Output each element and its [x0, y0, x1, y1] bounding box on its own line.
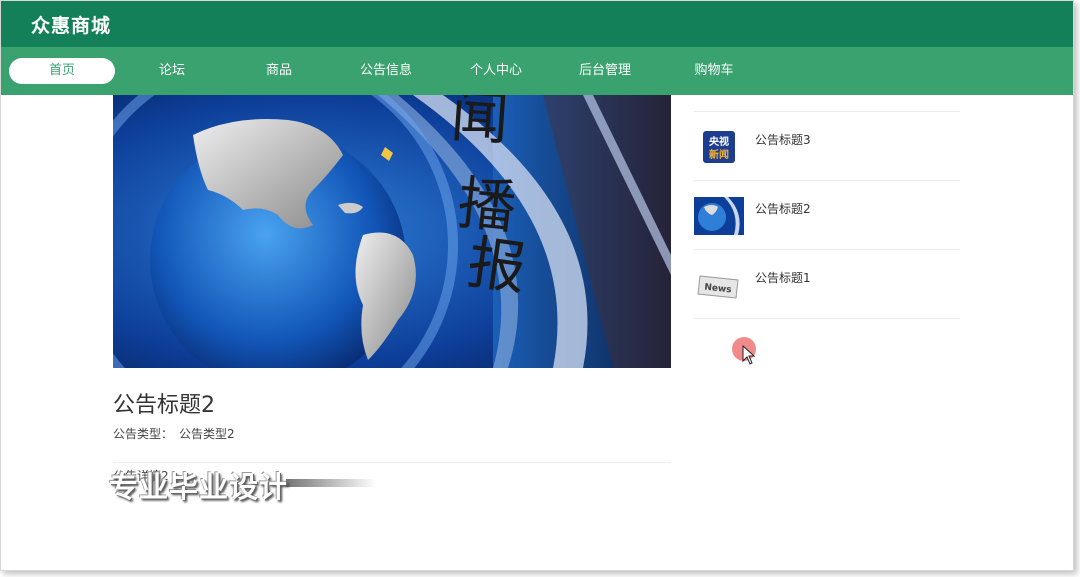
article-divider — [113, 462, 671, 463]
article-type-value: 公告类型2 — [179, 427, 235, 441]
main-nav: 首页 论坛 商品 公告信息 个人中心 后台管理 购物车 — [1, 47, 1073, 95]
nav-products[interactable]: 商品 — [246, 58, 312, 84]
nav-cart[interactable]: 购物车 — [681, 58, 747, 84]
sidebar-item-announcement-1[interactable]: News 公告标题1 — [694, 250, 960, 318]
svg-text:报: 报 — [464, 228, 531, 303]
nav-forum[interactable]: 论坛 — [139, 58, 205, 84]
mouse-pointer-icon — [742, 345, 756, 365]
announcement-sidebar: 央视 新闻 公告标题3 公告标题2 News 公告标题1 — [694, 111, 960, 319]
article-type: 公告类型： 公告类型2 — [113, 425, 241, 442]
sidebar-item-title[interactable]: 公告标题2 — [755, 200, 811, 217]
cctv-logo-bottom-text: 新闻 — [709, 148, 729, 161]
nav-admin[interactable]: 后台管理 — [565, 58, 645, 84]
globe-news-thumbnail — [694, 197, 744, 235]
sidebar-item-title[interactable]: 公告标题1 — [755, 269, 811, 286]
cctv-logo-top-text: 央视 — [709, 135, 729, 148]
sidebar-item-announcement-3[interactable]: 央视 新闻 公告标题3 — [694, 112, 960, 180]
top-header: 众惠商城 — [1, 1, 1073, 47]
newspaper-thumbnail: News — [694, 266, 744, 304]
browser-frame: 众惠商城 首页 论坛 商品 公告信息 个人中心 后台管理 购物车 播 报 闻 公… — [0, 0, 1074, 571]
announcement-image: 播 报 闻 — [113, 95, 671, 368]
site-logo-text[interactable]: 众惠商城 — [31, 11, 111, 38]
article-type-label: 公告类型： — [113, 427, 174, 441]
watermark-streak — [286, 479, 376, 487]
svg-text:闻: 闻 — [449, 95, 512, 153]
cctv-news-thumbnail: 央视 新闻 — [694, 128, 744, 166]
sidebar-item-announcement-2[interactable]: 公告标题2 — [694, 181, 960, 249]
nav-home[interactable]: 首页 — [9, 58, 115, 84]
article-title: 公告标题2 — [113, 393, 215, 418]
nav-announcements[interactable]: 公告信息 — [346, 58, 426, 84]
sidebar-divider — [694, 318, 960, 319]
watermark-text: 专业毕业设计 — [109, 470, 290, 504]
nav-personal-center[interactable]: 个人中心 — [456, 58, 536, 84]
sidebar-item-title[interactable]: 公告标题3 — [755, 131, 811, 148]
